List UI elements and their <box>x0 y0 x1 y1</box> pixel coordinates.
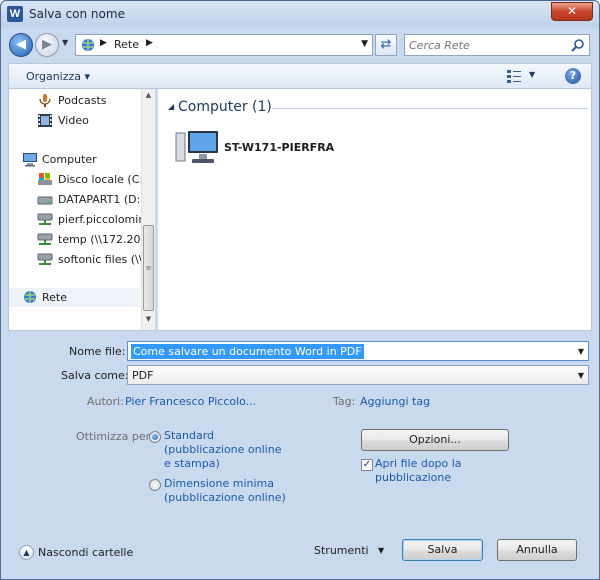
options-button[interactable]: Opzioni... <box>361 429 509 451</box>
savetype-select[interactable]: PDF ▼ <box>127 365 589 385</box>
open-after-line: Apri file dopo la <box>375 457 462 470</box>
scroll-down-icon[interactable]: ▼ <box>142 315 155 327</box>
breadcrumb-rete[interactable]: Rete <box>114 38 139 51</box>
back-button[interactable]: ◀ <box>9 33 33 57</box>
cancel-button[interactable]: Annulla <box>497 539 577 561</box>
nav-item-pierf-piccolomini[interactable]: pierf.piccolomini <box>31 211 143 229</box>
nav-item-label: temp (\\172.20.6( <box>58 233 143 246</box>
tools-menu[interactable]: Strumenti <box>314 544 369 557</box>
view-dropdown-icon[interactable]: ▼ <box>529 70 535 79</box>
nav-item-local-disk[interactable]: Disco locale (C:) <box>31 171 143 189</box>
hide-folders-label[interactable]: Nascondi cartelle <box>38 546 133 559</box>
refresh-button[interactable]: ⇄ <box>375 34 397 56</box>
radio-minimum-line: (pubblicazione online) <box>164 491 286 504</box>
tags-value[interactable]: Aggiungi tag <box>360 395 430 408</box>
nav-item-label: Rete <box>42 291 67 304</box>
open-after-line: pubblicazione <box>375 471 452 484</box>
computer-name: ST-W171-PIERFRA <box>224 141 335 154</box>
authors-value[interactable]: Pier Francesco Piccolo... <box>125 395 256 408</box>
nav-item-label: Disco locale (C:) <box>58 173 143 186</box>
computer-icon <box>23 153 37 167</box>
tags-label: Tag: <box>333 395 356 408</box>
open-after-checkbox[interactable]: ✓ <box>361 459 373 471</box>
radio-standard-label[interactable]: Standard (pubblicazione online e stampa) <box>164 429 281 471</box>
savetype-label: Salva come: <box>61 369 129 382</box>
video-icon <box>38 114 52 127</box>
title-bar[interactable]: W Salva con nome ✕ <box>1 1 599 27</box>
filename-field[interactable]: Come salvare un documento Word in PDF ▼ <box>127 341 589 361</box>
nav-item-podcasts[interactable]: Podcasts <box>31 92 143 110</box>
organize-button[interactable]: Organizza ▾ <box>26 70 90 83</box>
filename-label: Nome file: <box>69 345 126 358</box>
nav-item-datapart1[interactable]: DATAPART1 (D:) <box>31 191 143 209</box>
tools-dropdown-icon[interactable]: ▼ <box>378 546 384 555</box>
navigation-pane: Podcasts Video Computer Disco locale (C:… <box>8 89 155 331</box>
group-divider <box>272 108 588 109</box>
chevron-up-icon[interactable]: ▲ <box>19 545 34 560</box>
local-disk-icon <box>38 173 52 185</box>
nav-item-temp[interactable]: temp (\\172.20.6( <box>31 231 143 249</box>
open-after-label[interactable]: Apri file dopo la pubblicazione <box>375 457 462 485</box>
authors-label: Autori: <box>87 395 124 408</box>
drive-icon <box>37 196 53 205</box>
computer-icon <box>175 131 218 163</box>
save-as-dialog: W Salva con nome ✕ ◀ ▶ ▼ ▶ Rete ▶ ▼ ⇄ Or… <box>0 0 600 580</box>
group-title: Computer (1) <box>178 99 272 115</box>
view-options-icon[interactable] <box>506 69 522 83</box>
history-dropdown-icon[interactable]: ▼ <box>62 38 68 47</box>
filename-dropdown-icon[interactable]: ▼ <box>578 347 584 356</box>
search-box[interactable] <box>404 34 590 56</box>
filename-value[interactable]: Come salvare un documento Word in PDF <box>131 344 364 359</box>
breadcrumb-separator-icon[interactable]: ▶ <box>146 38 153 48</box>
nav-item-label: Computer <box>42 153 97 166</box>
scroll-up-icon[interactable]: ▲ <box>142 91 155 103</box>
file-list-pane: ◢ Computer (1) ST-W171-PIERFRA <box>158 89 592 331</box>
nav-item-softonic-files[interactable]: softonic files (\\f <box>31 251 143 269</box>
nav-item-label: softonic files (\\f <box>58 253 143 266</box>
group-header-computer[interactable]: ◢ Computer (1) <box>164 99 588 117</box>
radio-standard[interactable] <box>149 431 161 443</box>
optimize-label: Ottimizza per: <box>76 430 154 443</box>
search-icon[interactable] <box>571 38 585 52</box>
podcast-icon <box>39 94 51 107</box>
address-dropdown-icon[interactable]: ▼ <box>361 39 368 49</box>
network-drive-icon <box>37 213 53 225</box>
list-item-computer[interactable]: ST-W171-PIERFRA <box>174 129 354 169</box>
command-bar: Organizza ▾ ▼ ? <box>8 63 592 89</box>
network-drive-icon <box>37 233 53 245</box>
save-button[interactable]: Salva <box>402 539 483 561</box>
nav-item-label: pierf.piccolomini <box>58 213 143 226</box>
search-input[interactable] <box>409 37 567 53</box>
nav-item-video[interactable]: Video <box>31 112 143 130</box>
address-bar-row: ◀ ▶ ▼ ▶ Rete ▶ ▼ ⇄ <box>1 27 599 61</box>
radio-minimum[interactable] <box>149 479 161 491</box>
breadcrumb-separator-icon[interactable]: ▶ <box>100 38 107 48</box>
network-icon <box>24 291 36 303</box>
collapse-chevron-icon[interactable]: ◢ <box>168 102 174 111</box>
radio-standard-line: (pubblicazione online <box>164 443 282 456</box>
network-drive-icon <box>37 253 53 265</box>
savetype-dropdown-icon[interactable]: ▼ <box>578 371 584 380</box>
scroll-thumb[interactable]: ≡ <box>143 225 154 311</box>
nav-item-label: DATAPART1 (D:) <box>58 193 143 206</box>
nav-scrollbar[interactable]: ▲ ≡ ▼ <box>141 89 155 330</box>
savetype-value: PDF <box>132 369 154 382</box>
help-icon[interactable]: ? <box>565 68 581 84</box>
radio-standard-line: Standard <box>164 429 215 442</box>
close-button[interactable]: ✕ <box>551 2 593 21</box>
forward-button[interactable]: ▶ <box>35 33 59 57</box>
address-bar[interactable]: ▶ Rete ▶ ▼ <box>75 34 373 56</box>
network-icon <box>82 39 94 51</box>
word-app-icon: W <box>7 6 23 22</box>
nav-item-label: Podcasts <box>58 94 107 107</box>
radio-minimum-line: Dimensione minima <box>164 477 274 490</box>
radio-minimum-label[interactable]: Dimensione minima (pubblicazione online) <box>164 477 286 505</box>
window-title: Salva con nome <box>29 7 125 21</box>
radio-standard-line: e stampa) <box>164 457 220 470</box>
nav-item-label: Video <box>58 114 89 127</box>
